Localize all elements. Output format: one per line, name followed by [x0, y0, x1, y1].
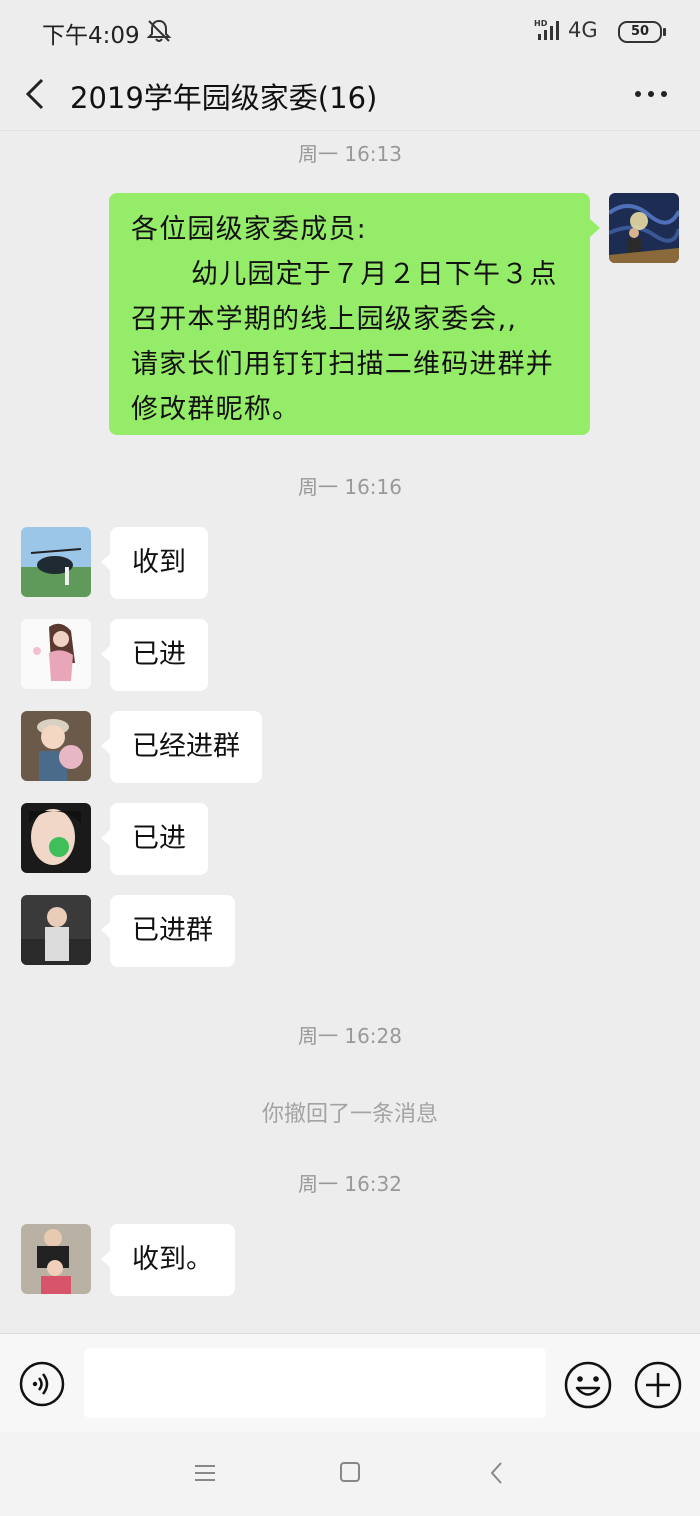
incoming-message-bubble[interactable]: 已进 — [101, 803, 208, 875]
my-avatar[interactable] — [609, 193, 679, 263]
timestamp: 周一 16:28 — [298, 1024, 402, 1048]
message-text: 收到 — [132, 547, 186, 578]
message-text: 已进 — [132, 639, 186, 670]
member-avatar[interactable] — [21, 1224, 91, 1294]
incoming-message-bubble[interactable]: 收到 — [101, 527, 208, 599]
member-avatar[interactable] — [21, 895, 91, 965]
status-bar: 下午4:09 HD 4G 50 — [0, 0, 700, 62]
incoming-message-bubble[interactable]: 已进群 — [101, 895, 235, 967]
member-avatar[interactable] — [21, 619, 91, 689]
input-bar — [0, 1333, 700, 1432]
message-line: 修改群昵称。 — [131, 394, 301, 425]
battery-icon: 50 — [618, 21, 666, 43]
incoming-message-bubble[interactable]: 已经进群 — [101, 711, 262, 783]
voice-icon[interactable] — [19, 1361, 65, 1407]
message-line: 召开本学期的线上园级家委会,, — [131, 304, 518, 335]
incoming-message-bubble[interactable]: 已进 — [101, 619, 208, 691]
plus-icon[interactable] — [634, 1361, 682, 1409]
status-time: 下午4:09 — [42, 23, 140, 49]
message-input[interactable] — [84, 1348, 546, 1418]
message-line: 各位园级家委成员: — [131, 214, 367, 245]
chat-header: 2019学年园级家委(16) — [0, 62, 700, 131]
member-avatar[interactable] — [21, 803, 91, 873]
message-text: 已经进群 — [132, 731, 240, 762]
signal-icon: HD — [534, 19, 559, 40]
chat-title: 2019学年园级家委(16) — [70, 81, 378, 115]
emoji-icon[interactable] — [564, 1361, 612, 1409]
member-avatar[interactable] — [21, 527, 91, 597]
mute-icon — [146, 19, 172, 42]
message-line: 请家长们用钉钉扫描二维码进群并 — [131, 349, 554, 380]
timestamp: 周一 16:16 — [298, 475, 402, 499]
incoming-message-bubble[interactable]: 收到。 — [101, 1224, 235, 1296]
message-line: 幼儿园定于７月２日下午３点 — [191, 259, 558, 290]
network-type: 4G — [568, 18, 598, 42]
menu-icon[interactable] — [192, 1462, 218, 1484]
message-text: 已进 — [132, 823, 186, 854]
nav-back-icon[interactable] — [486, 1460, 508, 1486]
timestamp: 周一 16:32 — [298, 1172, 402, 1196]
home-icon[interactable] — [338, 1460, 362, 1484]
recall-notice: 你撤回了一条消息 — [261, 1102, 438, 1127]
back-icon[interactable] — [20, 74, 50, 114]
outgoing-message-bubble[interactable]: 各位园级家委成员: 幼儿园定于７月２日下午３点 召开本学期的线上园级家委会,, … — [109, 193, 600, 435]
system-nav-bar — [0, 1432, 700, 1516]
message-text: 收到。 — [132, 1244, 213, 1275]
more-icon[interactable] — [630, 82, 674, 106]
timestamp: 周一 16:13 — [298, 142, 402, 166]
svg-text:HD: HD — [534, 19, 548, 28]
member-avatar[interactable] — [21, 711, 91, 781]
message-text: 已进群 — [132, 915, 213, 946]
